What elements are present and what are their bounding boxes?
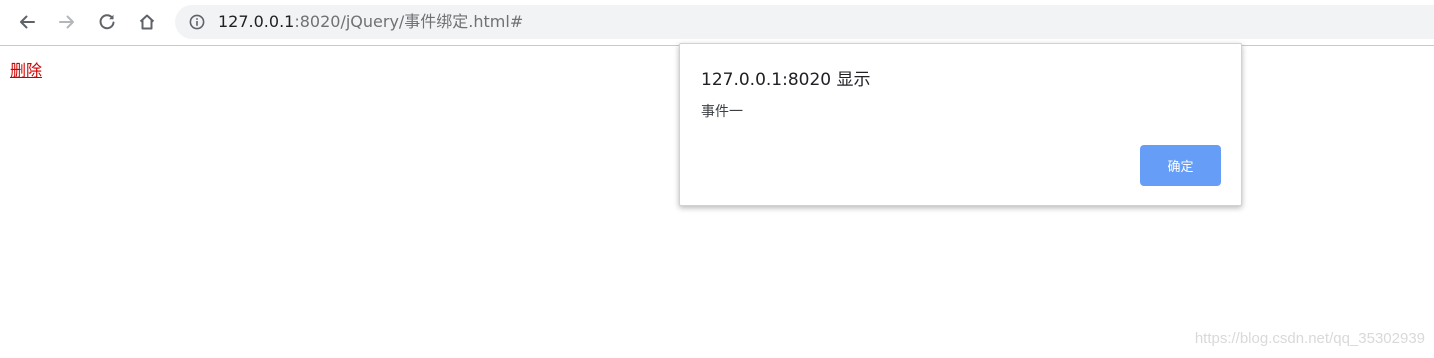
- reload-button[interactable]: [93, 8, 121, 36]
- alert-title: 127.0.0.1:8020 显示: [701, 70, 871, 90]
- forward-button[interactable]: [53, 8, 81, 36]
- home-button[interactable]: [133, 8, 161, 36]
- arrow-right-icon: [59, 15, 74, 29]
- back-button[interactable]: [13, 8, 41, 36]
- alert-dialog: 127.0.0.1:8020 显示 事件一 确定: [679, 43, 1242, 206]
- arrow-left-icon: [20, 15, 35, 29]
- info-icon[interactable]: [189, 14, 205, 30]
- url-text[interactable]: 127.0.0.1:8020/jQuery/事件绑定.html#: [218, 12, 523, 32]
- home-icon: [139, 14, 155, 30]
- ok-button[interactable]: 确定: [1140, 145, 1221, 186]
- url-path: :8020/jQuery/事件绑定.html#: [294, 12, 524, 31]
- delete-link[interactable]: 删除: [10, 61, 42, 81]
- alert-message: 事件一: [701, 104, 743, 120]
- browser-toolbar: 127.0.0.1:8020/jQuery/事件绑定.html#: [0, 0, 1434, 46]
- url-host: 127.0.0.1: [218, 12, 295, 31]
- address-bar[interactable]: 127.0.0.1:8020/jQuery/事件绑定.html#: [175, 5, 1434, 39]
- watermark: https://blog.csdn.net/qq_35302939: [1194, 330, 1425, 347]
- reload-icon: [99, 14, 115, 30]
